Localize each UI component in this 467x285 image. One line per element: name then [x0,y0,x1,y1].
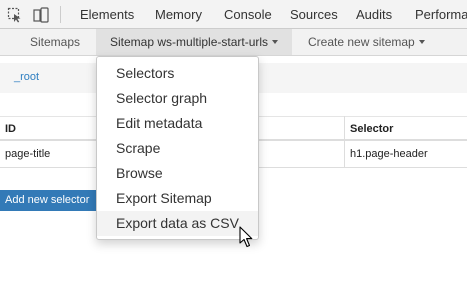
tab-audits[interactable]: Audits [356,7,392,22]
tab-memory[interactable]: Memory [155,7,202,22]
column-header-selector: Selector [350,123,394,135]
menu-item-export-sitemap[interactable]: Export Sitemap [97,186,258,211]
cell-id: page-title [5,148,51,160]
devtools-toolbar: Elements Memory Console Sources Audits P… [0,0,467,29]
inspect-element-icon[interactable] [7,7,23,23]
nav-create-sitemap[interactable]: Create new sitemap [308,29,425,55]
mouse-pointer-icon [239,226,253,248]
menu-item-scrape[interactable]: Scrape [97,136,258,161]
tab-elements[interactable]: Elements [80,7,134,22]
column-divider [344,116,345,168]
tab-sources[interactable]: Sources [290,7,338,22]
toolbar-divider [60,6,61,23]
device-toolbar-icon[interactable] [33,7,49,23]
nav-sitemaps[interactable]: Sitemaps [30,29,80,55]
tab-console[interactable]: Console [224,7,272,22]
nav-current-sitemap-label: Sitemap ws-multiple-start-urls [110,35,269,49]
chevron-down-icon [418,40,425,44]
menu-item-selector-graph[interactable]: Selector graph [97,86,258,111]
breadcrumb-root[interactable]: _root [14,71,39,83]
menu-item-selectors[interactable]: Selectors [97,61,258,86]
column-header-id: ID [5,123,16,135]
tab-performance[interactable]: Performa [415,7,467,22]
menu-item-browse[interactable]: Browse [97,161,258,186]
add-selector-button[interactable]: Add new selector [0,190,106,211]
chevron-down-icon [272,40,279,44]
nav-create-sitemap-label: Create new sitemap [308,35,415,49]
sitemap-dropdown-menu: Selectors Selector graph Edit metadata S… [96,56,259,240]
sitemap-nav: Sitemaps Sitemap ws-multiple-start-urls … [0,29,467,56]
cell-selector: h1.page-header [350,148,428,160]
menu-item-export-csv[interactable]: Export data as CSV [97,211,258,236]
menu-item-edit-metadata[interactable]: Edit metadata [97,111,258,136]
nav-current-sitemap[interactable]: Sitemap ws-multiple-start-urls [96,29,293,55]
